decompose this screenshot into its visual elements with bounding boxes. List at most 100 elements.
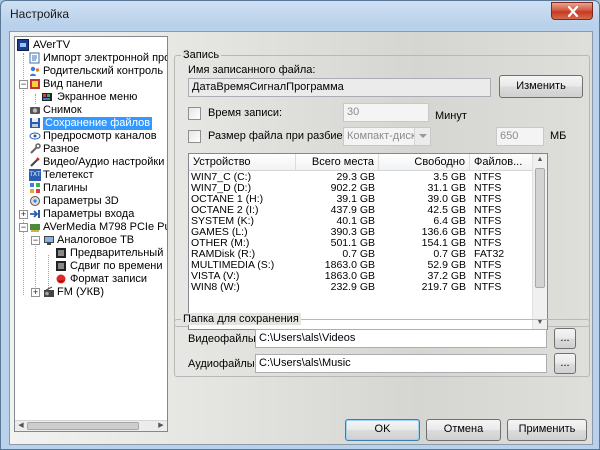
table-row[interactable]: RAMDisk (R:) 0.7 GB 0.7 GB FAT32 (189, 249, 533, 260)
tree-item-label: FM (УКВ) (57, 286, 104, 298)
table-row[interactable]: SYSTEM (K:) 40.1 GB 6.4 GB NTFS (189, 216, 533, 227)
timeshift-icon (55, 260, 67, 272)
scroll-right-icon[interactable]: ▶ (156, 422, 166, 430)
free-cell: 6.4 GB (433, 216, 466, 227)
tree-item-teletext[interactable]: TXT Телетекст (29, 169, 167, 182)
tree-item-misc[interactable]: Разное (29, 143, 167, 156)
tree-expander[interactable]: + (19, 210, 28, 219)
tree-item-input-params[interactable]: Параметры входа (29, 208, 167, 221)
misc-icon (29, 143, 41, 155)
tree-item-label: Родительский контроль (43, 65, 164, 77)
scroll-thumb[interactable] (535, 168, 545, 288)
tree-expander[interactable]: − (19, 223, 28, 232)
cancel-button[interactable]: Отмена (426, 419, 501, 441)
table-row[interactable]: WIN7_C (C:) 29.3 GB 3.5 GB NTFS (189, 172, 533, 183)
total-cell: 390.3 GB (330, 227, 375, 238)
chevron-down-icon[interactable] (414, 128, 430, 145)
tree-item-osd-menu[interactable]: Экранное меню (41, 91, 167, 104)
tree-item-label: Разное (43, 143, 80, 155)
scroll-thumb[interactable] (27, 422, 139, 430)
free-cell: 42.5 GB (427, 205, 466, 216)
record-time-field[interactable]: 30 (343, 103, 429, 122)
tree-item-preview[interactable]: Предварительный (55, 247, 167, 260)
tree-item-analog-tv[interactable]: Аналоговое ТВ (43, 234, 167, 247)
table-row[interactable]: OCTANE 2 (I:) 437.9 GB 42.5 GB NTFS (189, 205, 533, 216)
tree-item-fm-radio[interactable]: FM (УКВ) (43, 286, 167, 299)
tree-item-parental-control[interactable]: Родительский контроль (29, 65, 167, 78)
column-header-total[interactable]: Всего места (296, 154, 379, 171)
table-vertical-scrollbar[interactable]: ▲ ▼ (532, 154, 547, 329)
tree-item-channel-preview[interactable]: Предросмотр каналов (29, 130, 167, 143)
filesystem-cell: NTFS (474, 260, 502, 271)
column-header-filesystem[interactable]: Файлов... (470, 154, 533, 171)
scroll-up-icon[interactable]: ▲ (535, 155, 545, 165)
scroll-left-icon[interactable]: ◀ (16, 422, 26, 430)
tuner-card-icon (29, 221, 41, 233)
total-cell: 437.9 GB (330, 205, 375, 216)
record-time-checkbox[interactable] (188, 107, 201, 120)
filename-field[interactable]: ДатаВремяСигналПрограмма (188, 78, 491, 97)
tree-item-avertv[interactable]: AVerTV (17, 39, 167, 52)
table-row[interactable]: MULTIMEDIA (S:) 1863.0 GB 52.9 GB NTFS (189, 260, 533, 271)
apply-button[interactable]: Применить (507, 419, 587, 441)
tree-item-import-epg[interactable]: Импорт электронной прогр (29, 52, 168, 65)
split-size-field[interactable]: 650 (496, 127, 544, 146)
drives-table[interactable]: Устройство Всего места Свободно Файлов..… (188, 153, 548, 330)
total-cell: 29.3 GB (336, 172, 375, 183)
title-bar[interactable]: Настройка (1, 1, 599, 25)
table-row[interactable]: WIN8 (W:) 232.9 GB 219.7 GB NTFS (189, 282, 533, 293)
filename-label: Имя записанного файла: (188, 64, 316, 76)
change-button[interactable]: Изменить (499, 75, 583, 98)
table-row[interactable]: VISTA (V:) 1863.0 GB 37.2 GB NTFS (189, 271, 533, 282)
table-row[interactable]: OTHER (M:) 501.1 GB 154.1 GB NTFS (189, 238, 533, 249)
record-group-title: Запись (181, 49, 222, 61)
tree-horizontal-scrollbar[interactable]: ◀ ▶ (15, 420, 167, 431)
close-button[interactable] (551, 2, 593, 20)
filesystem-cell: NTFS (474, 238, 502, 249)
total-cell: 902.2 GB (330, 183, 375, 194)
ok-button[interactable]: OK (345, 419, 420, 441)
tree-item-panel-view[interactable]: Вид панели (29, 78, 167, 91)
table-row[interactable]: OCTANE 1 (H:) 39.1 GB 39.0 GB NTFS (189, 194, 533, 205)
tree-item-tuner-card[interactable]: AVerMedia M798 PCIe Pure (29, 221, 167, 234)
tree-item-label: Импорт электронной прогр (43, 52, 168, 64)
tree-expander[interactable]: − (31, 236, 40, 245)
tree-item-save-files[interactable]: Сохранение файлов (29, 117, 167, 130)
parental-control-icon (29, 65, 41, 77)
tree-item-label: Аналоговое ТВ (57, 234, 135, 246)
tree-item-label: Предросмотр каналов (43, 130, 157, 142)
tree-item-av-settings[interactable]: Видео/Аудио настройки (29, 156, 167, 169)
record-format-icon (55, 273, 67, 285)
settings-tree[interactable]: AVerTV Импорт электронной прогр Родитель… (14, 36, 168, 432)
device-cell: WIN8 (W:) (191, 282, 240, 293)
table-row[interactable]: GAMES (L:) 390.3 GB 136.6 GB NTFS (189, 227, 533, 238)
tree-expander[interactable]: − (19, 80, 28, 89)
tree-item-label: Видео/Аудио настройки (43, 156, 165, 168)
tree-item-params-3d[interactable]: Параметры 3D (29, 195, 167, 208)
total-cell: 1863.0 GB (324, 260, 375, 271)
video-folder-field[interactable]: C:\Users\als\Videos (255, 329, 547, 348)
total-cell: 40.1 GB (336, 216, 375, 227)
filesystem-cell: NTFS (474, 227, 502, 238)
filesystem-cell: FAT32 (474, 249, 505, 260)
snapshot-icon (29, 104, 41, 116)
column-header-free[interactable]: Свободно (379, 154, 470, 171)
column-header-device[interactable]: Устройство (189, 154, 296, 171)
window-title: Настройка (10, 7, 70, 21)
total-cell: 0.7 GB (342, 249, 375, 260)
plugins-icon (29, 182, 41, 194)
minutes-label: Минут (435, 110, 467, 122)
free-cell: 219.7 GB (421, 282, 466, 293)
table-row[interactable]: WIN7_D (D:) 902.2 GB 31.1 GB NTFS (189, 183, 533, 194)
split-type-dropdown[interactable]: Компакт-диск (343, 127, 431, 146)
video-browse-button[interactable]: ... (554, 328, 576, 349)
split-size-checkbox[interactable] (188, 130, 201, 143)
tree-item-snapshot[interactable]: Снимок (29, 104, 167, 117)
avertv-icon (17, 39, 29, 51)
tree-expander[interactable]: + (31, 288, 40, 297)
tree-item-timeshift[interactable]: Сдвиг по времени (55, 260, 167, 273)
audio-folder-field[interactable]: C:\Users\als\Music (255, 354, 547, 373)
tree-item-plugins[interactable]: Плагины (29, 182, 167, 195)
tree-item-record-format[interactable]: Формат записи (55, 273, 167, 286)
audio-browse-button[interactable]: ... (554, 353, 576, 374)
